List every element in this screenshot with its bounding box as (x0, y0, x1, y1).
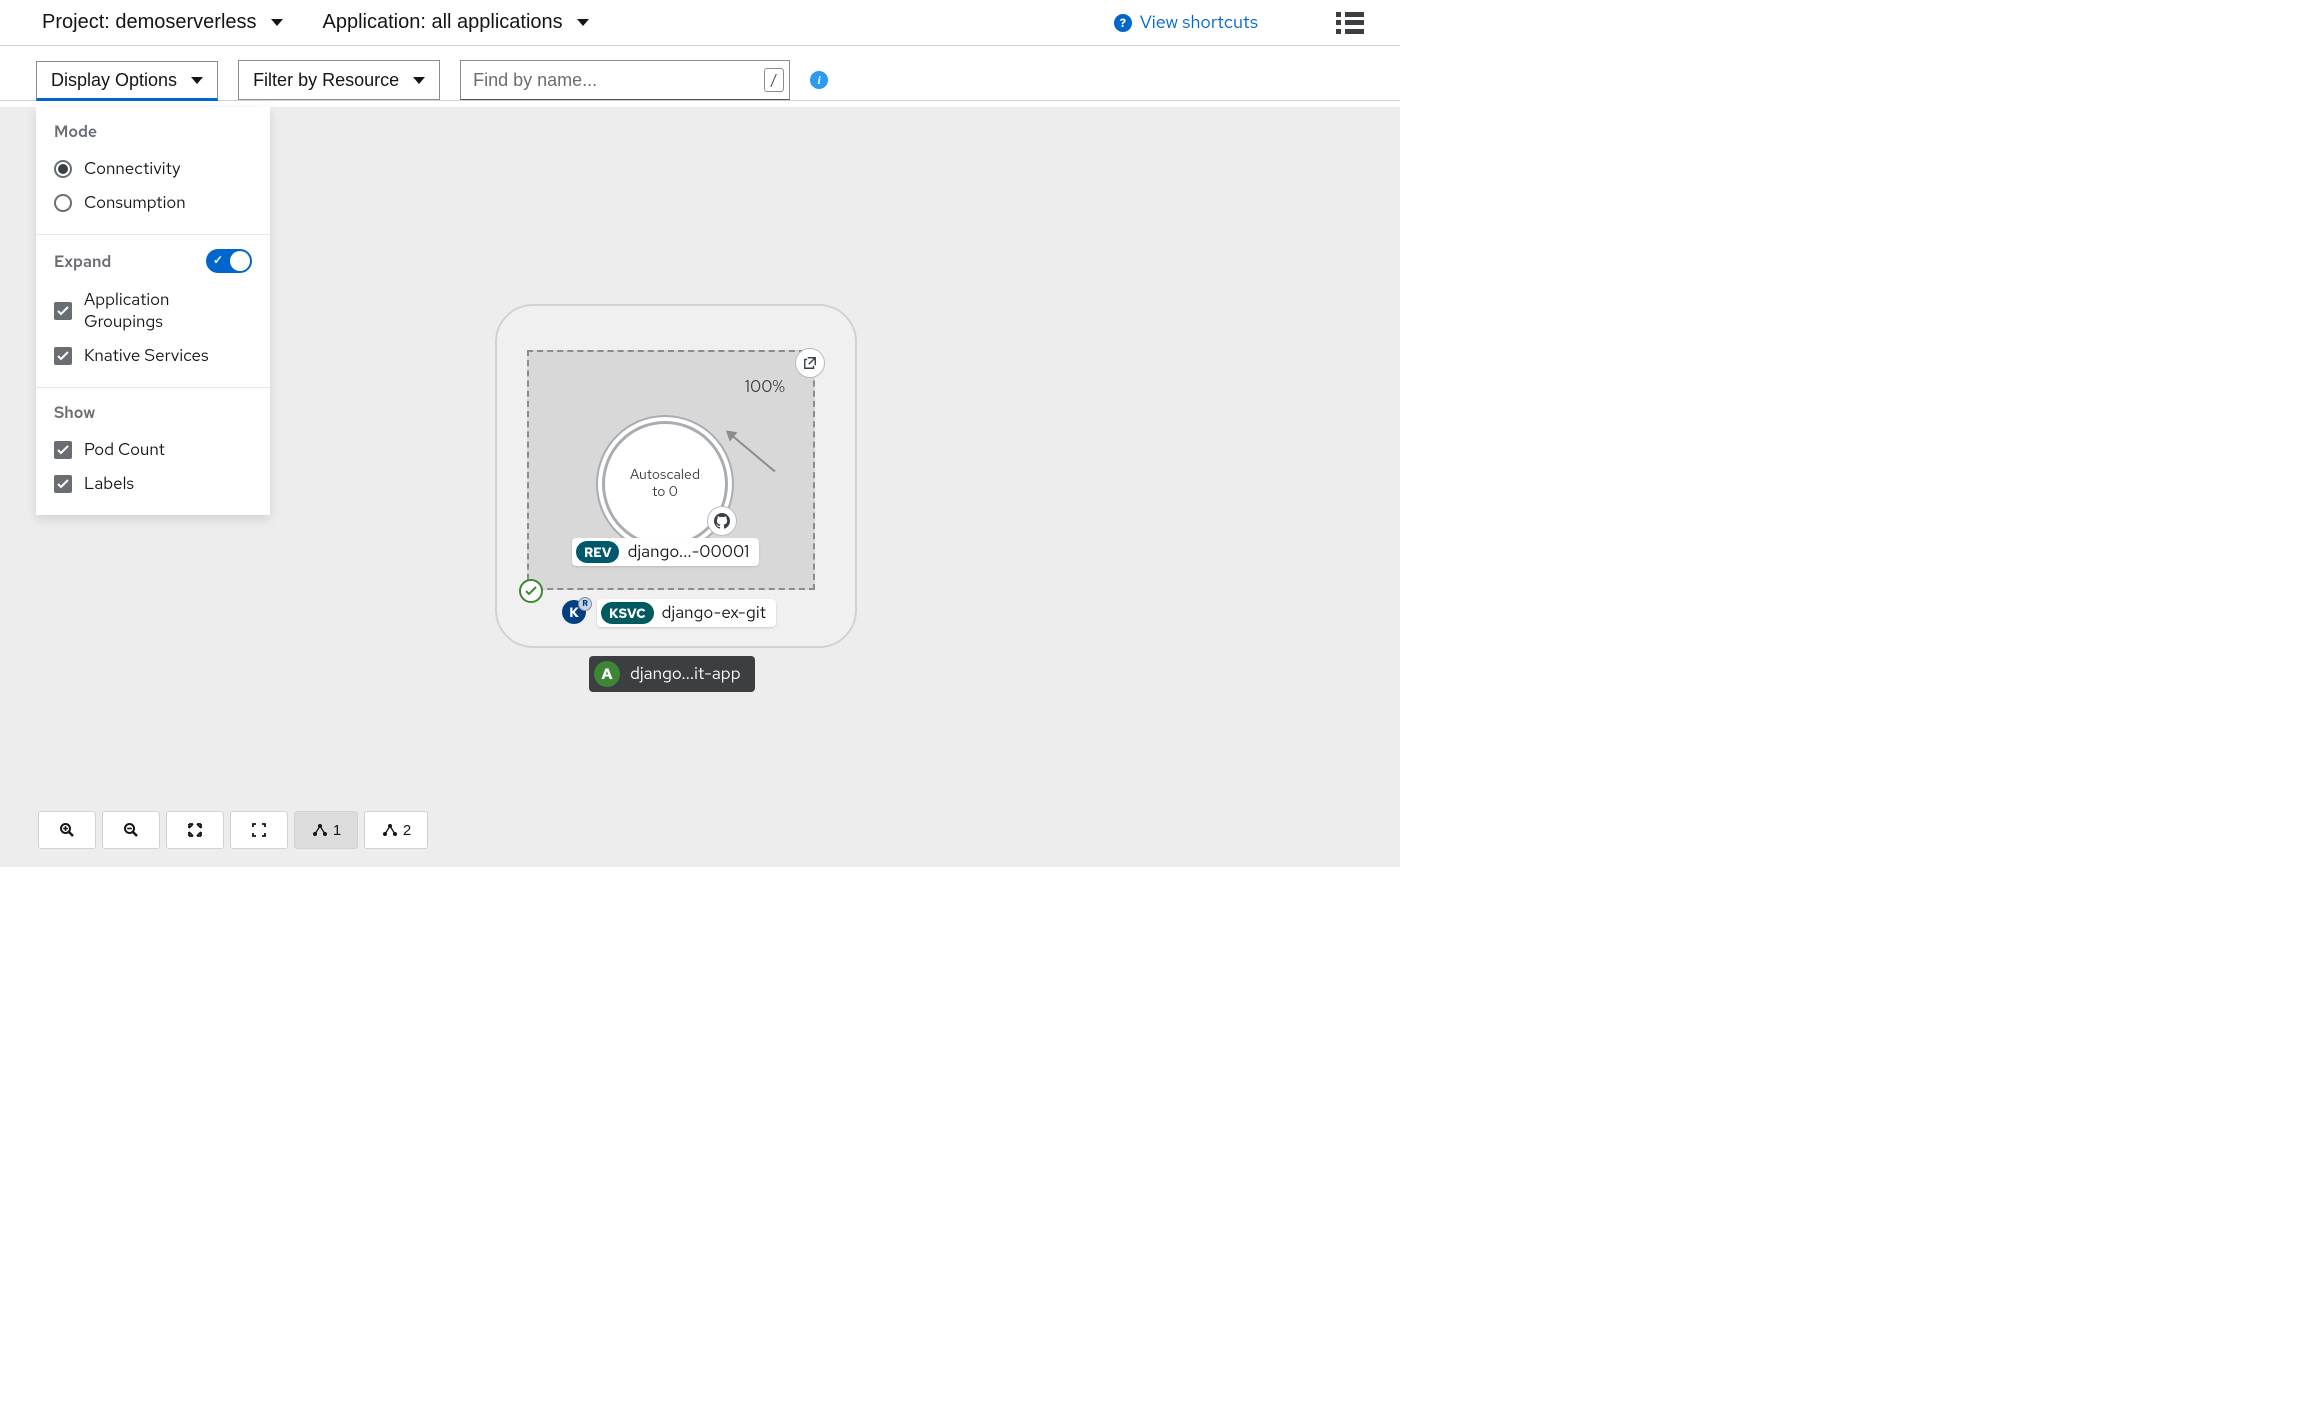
expand-icon (251, 822, 267, 838)
chevron-down-icon (191, 77, 203, 84)
view-shortcuts-link[interactable]: ? View shortcuts (1114, 11, 1258, 34)
application-label[interactable]: A django...it-app (589, 656, 755, 692)
reset-view-button[interactable] (230, 811, 288, 849)
info-icon[interactable]: i (810, 71, 828, 89)
option-label: Labels (84, 473, 134, 495)
source-decorator[interactable] (707, 506, 737, 536)
layout-icon (311, 822, 329, 838)
option-label: Pod Count (84, 439, 165, 461)
radio-icon (54, 194, 72, 212)
header-bar: Project: demoserverless Application: all… (0, 0, 1400, 46)
option-label: Application Groupings (84, 289, 252, 333)
fit-icon (187, 822, 203, 838)
layout-label: 1 (333, 822, 341, 839)
layout-2-button[interactable]: 2 (364, 811, 428, 849)
ksvc-name: django-ex-git (662, 602, 766, 624)
mode-option-connectivity[interactable]: Connectivity (54, 152, 252, 186)
show-section-title: Show (54, 402, 252, 423)
radio-icon (54, 160, 72, 178)
checkbox-icon (54, 302, 72, 320)
topology-canvas[interactable]: Mode Connectivity Consumption Expand (0, 107, 1400, 867)
option-label: Consumption (84, 192, 186, 214)
revision-name: django...-00001 (627, 541, 749, 563)
shortcuts-label: View shortcuts (1140, 11, 1258, 34)
zoom-out-button[interactable] (102, 811, 160, 849)
mode-section-title: Mode (54, 121, 252, 142)
list-view-toggle[interactable] (1336, 12, 1364, 34)
layout-label: 2 (403, 822, 411, 839)
toolbar: Display Options Filter by Resource / i (0, 46, 1400, 101)
application-badge: A (594, 661, 620, 687)
project-selector[interactable]: Project: demoserverless (36, 10, 289, 35)
revision-label[interactable]: REV django...-00001 (572, 538, 759, 566)
application-name: django...it-app (630, 663, 741, 685)
display-options-button[interactable]: Display Options (36, 61, 218, 101)
layout-icon (381, 822, 399, 838)
display-options-label: Display Options (51, 70, 177, 91)
application-selector[interactable]: Application: all applications (317, 10, 595, 35)
mode-option-consumption[interactable]: Consumption (54, 186, 252, 220)
keyboard-shortcut-hint: / (764, 68, 784, 92)
option-label: Connectivity (84, 158, 181, 180)
zoom-in-button[interactable] (38, 811, 96, 849)
application-group[interactable]: 100% Autoscaled to 0 (495, 304, 857, 648)
project-label: Project: demoserverless (42, 11, 257, 34)
chevron-down-icon (413, 77, 425, 84)
expand-option-app-groupings[interactable]: Application Groupings (54, 283, 252, 339)
chevron-down-icon (577, 19, 589, 26)
checkbox-icon (54, 347, 72, 365)
external-link-icon (803, 356, 817, 370)
checkbox-icon (54, 441, 72, 459)
ksvc-label[interactable]: KSVC django-ex-git (597, 599, 776, 627)
chevron-down-icon (271, 19, 283, 26)
zoom-out-icon (123, 822, 139, 838)
find-by-name-input[interactable] (460, 60, 790, 100)
expand-option-knative-services[interactable]: Knative Services (54, 339, 252, 373)
github-icon (714, 513, 730, 529)
checkbox-icon (54, 475, 72, 493)
application-label: Application: all applications (323, 11, 563, 34)
expand-toggle[interactable] (206, 249, 252, 273)
expand-section-title: Expand (54, 251, 111, 272)
traffic-percentage: 100% (745, 376, 785, 398)
show-option-labels[interactable]: Labels (54, 467, 252, 501)
layout-1-button[interactable]: 1 (294, 811, 358, 849)
status-check-decorator (519, 579, 543, 603)
ksvc-badge: KSVC (601, 602, 654, 624)
option-label: Knative Services (84, 345, 209, 367)
filter-label: Filter by Resource (253, 70, 399, 91)
donut-status-text: Autoscaled to 0 (630, 467, 700, 501)
zoom-in-icon (59, 822, 75, 838)
help-icon: ? (1114, 14, 1132, 32)
check-icon (525, 586, 537, 596)
knative-route-badge: R (578, 597, 592, 611)
display-options-panel: Mode Connectivity Consumption Expand (36, 107, 270, 515)
revision-badge: REV (576, 541, 619, 563)
zoom-controls: 1 2 (38, 811, 428, 849)
fit-to-screen-button[interactable] (166, 811, 224, 849)
filter-by-resource-button[interactable]: Filter by Resource (238, 60, 440, 100)
show-option-pod-count[interactable]: Pod Count (54, 433, 252, 467)
traffic-arrow-icon (728, 432, 775, 472)
open-url-decorator[interactable] (795, 348, 825, 378)
